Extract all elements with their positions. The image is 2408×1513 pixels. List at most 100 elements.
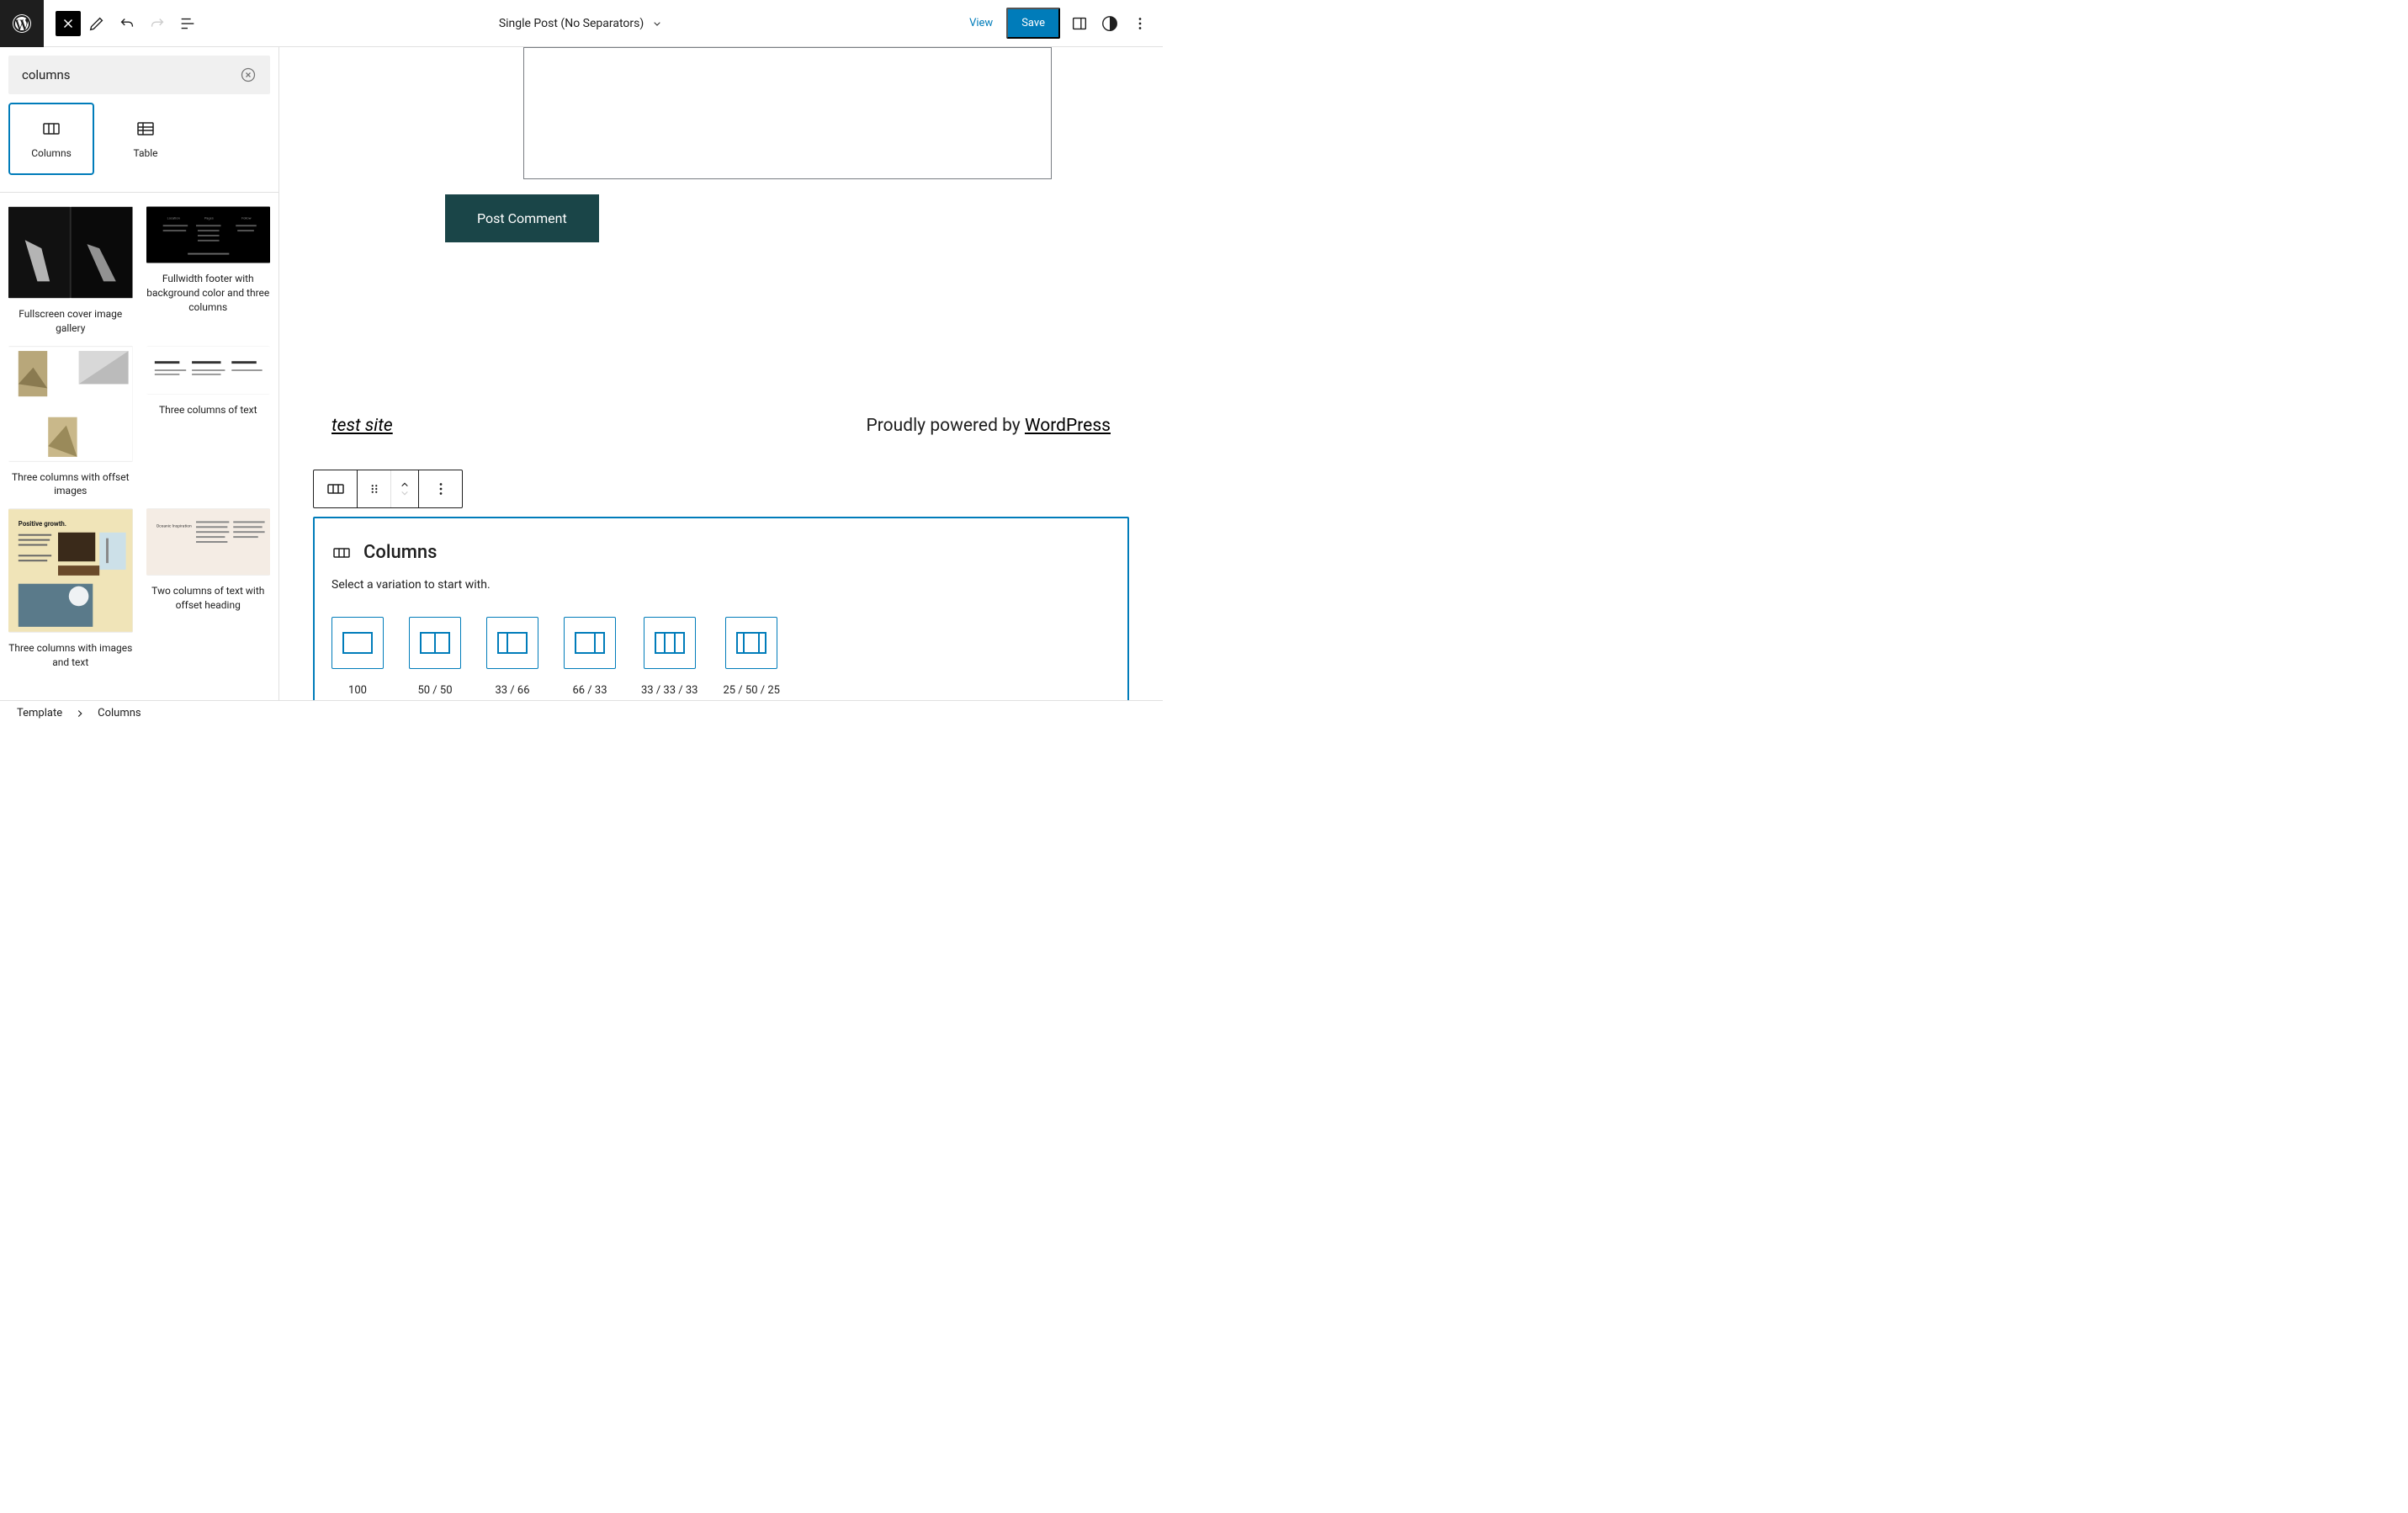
pattern-label: Three columns of text [159,403,257,417]
comment-textarea[interactable] [523,47,1052,179]
block-type-button[interactable] [314,470,358,507]
svg-text:Pages: Pages [204,215,213,220]
sidebar-icon [1070,14,1089,33]
pattern-preview [8,346,133,462]
title-text: Single Post (No Separators) [499,17,644,30]
styles-icon [1101,14,1119,33]
more-vertical-icon [432,480,450,498]
more-vertical-icon [1131,14,1149,33]
editor-canvas: Post Comment test site Proudly powered b… [279,47,1163,700]
post-comment-button[interactable]: Post Comment [445,194,599,242]
var-icon [736,632,766,654]
settings-panel-button[interactable] [1065,9,1094,38]
block-toolbar [313,470,463,508]
undo-icon [118,14,136,33]
variation-33-66[interactable]: 33 / 66 [486,617,538,697]
var-icon [342,632,373,654]
variation-25-50-25[interactable]: 25 / 50 / 25 [723,617,779,697]
options-button[interactable] [1126,9,1154,38]
pattern-item[interactable]: Fullscreen cover image gallery [8,206,133,336]
variation-list: 100 50 / 50 33 / 66 66 / 33 33 / 33 / 33 [331,617,1111,697]
svg-text:Positive growth.: Positive growth. [19,520,66,528]
svg-text:Location: Location [167,215,179,220]
var-icon [497,632,528,654]
styles-button[interactable] [1095,9,1124,38]
pattern-item[interactable]: Location Pages Follow Fullwidth footer wit… [146,206,271,336]
search-input[interactable] [22,67,240,82]
block-table[interactable]: Table [103,103,188,175]
listview-icon [178,14,197,33]
pattern-preview: Location Pages Follow [146,206,271,263]
block-label: Table [133,147,157,159]
block-results: Columns Table [0,103,278,192]
undo-button[interactable] [113,9,141,38]
view-link[interactable]: View [961,17,1001,29]
placeholder-subtitle: Select a variation to start with. [331,578,1111,592]
pattern-item[interactable]: Three columns with offset images [8,346,133,499]
pattern-preview [146,346,271,395]
pattern-label: Fullwidth footer with background color a… [146,272,271,314]
close-button[interactable] [56,11,81,36]
var-icon [420,632,450,654]
pattern-label: Two columns of text with offset heading [146,584,271,613]
block-columns[interactable]: Columns [8,103,94,175]
var-label: 25 / 50 / 25 [723,684,779,697]
redo-icon [148,14,167,33]
site-footer: test site Proudly powered by WordPress [313,415,1129,436]
breadcrumb-current: Columns [98,707,141,719]
pattern-preview: Oceanic Inspiration [146,508,271,576]
close-icon [61,16,76,31]
variation-66-33[interactable]: 66 / 33 [564,617,616,697]
pattern-item[interactable]: Positive growth. Three columns with imag… [8,508,133,670]
pattern-results: Fullscreen cover image gallery Location P… [0,192,278,683]
pattern-label: Three columns with images and text [8,641,133,670]
chevron-up-icon [399,480,411,489]
top-toolbar: Single Post (No Separators) View Save [0,0,1163,47]
block-options-button[interactable] [418,470,462,507]
redo-button [143,9,172,38]
var-label: 66 / 33 [572,684,607,697]
move-buttons[interactable] [391,470,418,507]
powered-by: Proudly powered by WordPress [867,415,1111,436]
site-title-link[interactable]: test site [331,416,393,436]
variation-100[interactable]: 100 [331,617,384,697]
var-label: 50 / 50 [417,684,452,697]
drag-handle[interactable] [358,470,391,507]
document-title[interactable]: Single Post (No Separators) [204,17,959,30]
var-label: 33 / 33 / 33 [641,684,697,697]
variation-33-33-33[interactable]: 33 / 33 / 33 [641,617,697,697]
listview-button[interactable] [173,9,202,38]
columns-placeholder: Columns Select a variation to start with… [313,517,1129,700]
pattern-label: Fullscreen cover image gallery [8,307,133,336]
pattern-item[interactable]: Three columns of text [146,346,271,499]
columns-icon [331,543,352,563]
var-icon [655,632,685,654]
svg-text:Follow: Follow [241,215,252,220]
pattern-label: Three columns with offset images [8,470,133,499]
tools-button[interactable] [82,9,111,38]
var-label: 33 / 66 [495,684,529,697]
powered-prefix: Proudly powered by [867,416,1025,436]
clear-search-icon[interactable] [240,66,257,83]
columns-icon [326,479,346,499]
variation-50-50[interactable]: 50 / 50 [409,617,461,697]
block-label: Columns [31,147,72,159]
pattern-preview [8,206,133,299]
table-icon [135,119,156,139]
var-icon [575,632,605,654]
pattern-item[interactable]: Oceanic Inspiration Two columns of text … [146,508,271,670]
block-breadcrumb: Template Columns [0,700,1163,725]
pencil-icon [88,14,106,33]
search-input-wrap [8,56,270,94]
wordpress-link[interactable]: WordPress [1025,416,1111,436]
breadcrumb-root[interactable]: Template [17,707,62,719]
save-button[interactable]: Save [1006,8,1060,39]
inserter-sidebar: Columns Table Fullscreen cover image gal… [0,47,279,700]
placeholder-title: Columns [363,542,437,563]
wordpress-logo[interactable] [0,0,44,47]
chevron-down-icon [650,17,664,30]
chevron-down-icon [399,489,411,497]
drag-icon [367,481,382,496]
columns-icon [41,119,61,139]
pattern-preview: Positive growth. [8,508,133,633]
